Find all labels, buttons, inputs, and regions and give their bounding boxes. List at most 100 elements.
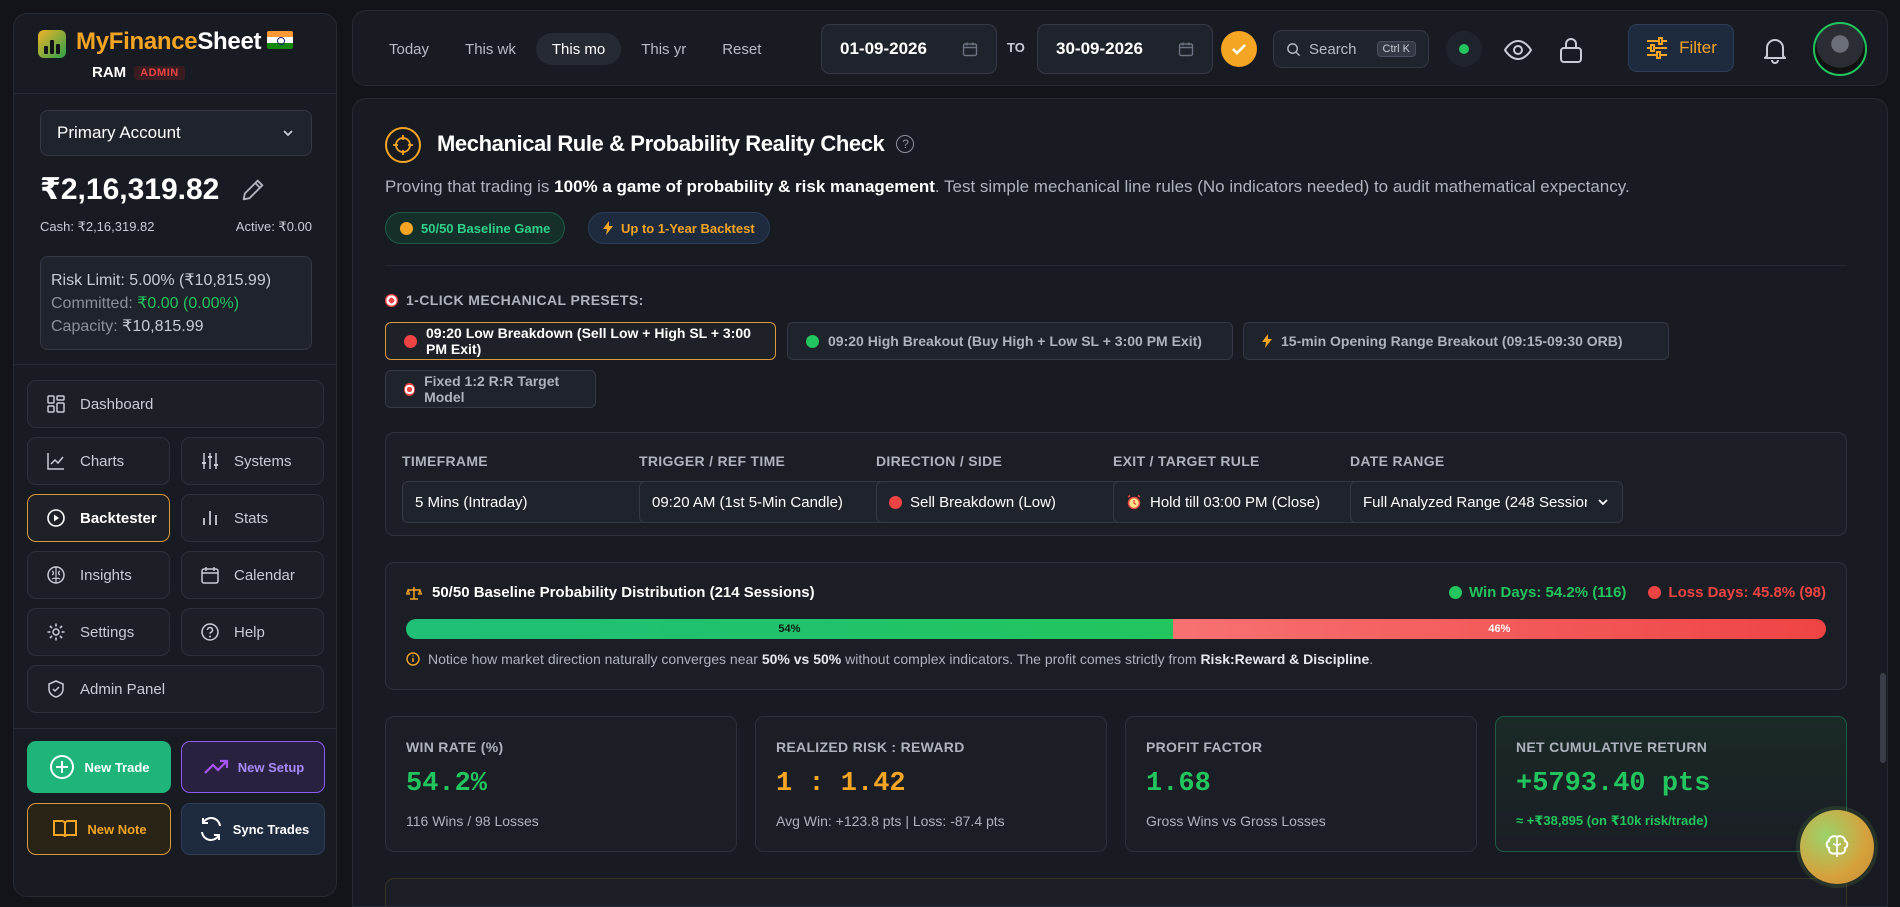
timeframe-label: TIMEFRAME bbox=[402, 453, 488, 469]
risk-capacity: Capacity: ₹10,815.99 bbox=[51, 315, 301, 338]
metric-value: 1 : 1.42 bbox=[776, 769, 906, 799]
tab-today[interactable]: Today bbox=[373, 33, 445, 65]
red-dot-icon bbox=[404, 334, 417, 348]
sidebar-item-admin[interactable]: Admin Panel bbox=[27, 665, 324, 713]
metric-risk-reward: REALIZED RISK : REWARD 1 : 1.42 Avg Win:… bbox=[755, 716, 1107, 852]
notice-part: without complex indicators. The profit c… bbox=[841, 651, 1201, 667]
coin-icon bbox=[400, 221, 413, 235]
brand-name[interactable]: MyFinanceSheet bbox=[76, 28, 294, 56]
gear-icon bbox=[47, 623, 65, 641]
eye-icon[interactable] bbox=[1503, 35, 1533, 65]
plus-circle-icon bbox=[50, 755, 75, 779]
metric-label: NET CUMULATIVE RETURN bbox=[1516, 739, 1708, 755]
help-icon[interactable]: ? bbox=[896, 135, 915, 153]
ai-assistant-button[interactable] bbox=[1800, 810, 1874, 884]
sync-trades-button[interactable]: Sync Trades bbox=[181, 803, 325, 855]
sidebar-item-stats[interactable]: Stats bbox=[181, 494, 324, 542]
committed-label: Committed: bbox=[51, 295, 138, 312]
date-from-input[interactable]: 01-09-2026 bbox=[821, 24, 997, 74]
red-dot-icon bbox=[889, 495, 902, 509]
sidebar-item-settings[interactable]: Settings bbox=[27, 608, 170, 656]
scrollbar-thumb[interactable] bbox=[1880, 673, 1886, 763]
sidebar-item-calendar[interactable]: Calendar bbox=[181, 551, 324, 599]
new-note-button[interactable]: New Note bbox=[27, 803, 171, 855]
preset-high-breakout[interactable]: 09:20 High Breakout (Buy High + Low SL +… bbox=[787, 322, 1233, 360]
tab-reset[interactable]: Reset bbox=[706, 33, 777, 65]
scale-icon bbox=[406, 586, 422, 600]
preset-fixed-rr[interactable]: Fixed 1:2 R:R Target Model bbox=[385, 370, 596, 408]
loss-days-legend: Loss Days: 45.8% (98) bbox=[1648, 584, 1826, 601]
timeframe-select[interactable]: 5 Mins (Intraday) bbox=[402, 481, 675, 523]
tab-this-month[interactable]: This mo bbox=[535, 33, 622, 65]
preset-orb[interactable]: 15-min Opening Range Breakout (09:15-09:… bbox=[1243, 322, 1669, 360]
calendar-icon bbox=[201, 567, 219, 584]
metric-net-return: NET CUMULATIVE RETURN +5793.40 pts ≈ +₹3… bbox=[1495, 716, 1847, 852]
apply-date-button[interactable] bbox=[1221, 31, 1257, 67]
avatar[interactable] bbox=[1813, 22, 1867, 76]
page-subtitle: Proving that trading is 100% a game of p… bbox=[385, 177, 1630, 197]
date-to-label: TO bbox=[1007, 40, 1025, 55]
preset-label: 15-min Opening Range Breakout (09:15-09:… bbox=[1281, 333, 1623, 349]
loss-segment: 46% bbox=[1172, 619, 1826, 639]
subtitle-bold: 100% a game of probability & risk manage… bbox=[554, 177, 935, 196]
preset-label: 09:20 Low Breakdown (Sell Low + High SL … bbox=[426, 325, 751, 357]
tab-this-year[interactable]: This yr bbox=[625, 33, 702, 65]
sidebar-item-help[interactable]: Help bbox=[181, 608, 324, 656]
filter-button[interactable]: Filter bbox=[1628, 24, 1734, 72]
edit-pencil-icon[interactable] bbox=[239, 176, 267, 204]
date-to-input[interactable]: 30-09-2026 bbox=[1037, 24, 1213, 74]
trend-up-icon bbox=[203, 759, 228, 774]
sync-trades-label: Sync Trades bbox=[232, 821, 310, 837]
app-root: MyFinanceSheet RAM ADMIN Primary Account… bbox=[0, 0, 1900, 907]
brand-suffix: Sheet bbox=[197, 28, 262, 55]
period-tabs: Today This wk This mo This yr Reset bbox=[373, 33, 777, 65]
sidebar-item-label: Systems bbox=[234, 452, 292, 470]
shield-check-icon bbox=[48, 680, 64, 698]
role-badge: ADMIN bbox=[134, 65, 185, 80]
sidebar-item-charts[interactable]: Charts bbox=[27, 437, 170, 485]
preset-low-breakdown[interactable]: 09:20 Low Breakdown (Sell Low + High SL … bbox=[385, 322, 776, 360]
calendar-icon bbox=[1178, 42, 1194, 57]
sidebar-divider bbox=[14, 364, 336, 365]
exit-rule-select[interactable]: Hold till 03:00 PM (Close) bbox=[1113, 481, 1386, 523]
risk-committed: Committed: ₹0.00 (0.00%) bbox=[51, 292, 301, 315]
direction-value: Sell Breakdown (Low) bbox=[910, 493, 1056, 511]
new-trade-button[interactable]: New Trade bbox=[27, 741, 171, 793]
new-setup-button[interactable]: New Setup bbox=[181, 741, 325, 793]
metric-win-rate: WIN RATE (%) 54.2% 116 Wins / 98 Losses bbox=[385, 716, 737, 852]
balance-value: ₹2,16,319.82 bbox=[40, 173, 220, 206]
notice-text: Notice how market direction naturally co… bbox=[428, 651, 1373, 667]
probability-title: 50/50 Baseline Probability Distribution … bbox=[406, 584, 815, 601]
sidebar-item-label: Help bbox=[234, 623, 265, 641]
sidebar-item-dashboard[interactable]: Dashboard bbox=[27, 380, 324, 428]
sidebar-item-backtester[interactable]: Backtester bbox=[27, 494, 170, 542]
backtest-range-text: Up to 1-Year Backtest bbox=[621, 220, 755, 236]
metric-profit-factor: PROFIT FACTOR 1.68 Gross Wins vs Gross L… bbox=[1125, 716, 1477, 852]
search-button[interactable]: Search Ctrl K bbox=[1273, 30, 1429, 68]
trigger-label: TRIGGER / REF TIME bbox=[639, 453, 786, 469]
exit-rule-field: EXIT / TARGET RULE Hold till 03:00 PM (C… bbox=[1113, 453, 1386, 523]
direction-label: DIRECTION / SIDE bbox=[876, 453, 1003, 469]
metric-label: PROFIT FACTOR bbox=[1146, 739, 1263, 755]
date-range-select[interactable]: Full Analyzed Range (248 Sessions) bbox=[1350, 481, 1623, 523]
check-icon bbox=[1232, 44, 1246, 55]
page-title: Mechanical Rule & Probability Reality Ch… bbox=[437, 131, 915, 157]
bell-icon[interactable] bbox=[1760, 35, 1790, 65]
sidebar-item-label: Admin Panel bbox=[80, 680, 166, 698]
loss-days-text: Loss Days: 45.8% (98) bbox=[1668, 584, 1826, 601]
new-note-label: New Note bbox=[87, 821, 147, 837]
presets-heading-text: 1-CLICK MECHANICAL PRESETS: bbox=[406, 292, 644, 308]
refresh-icon bbox=[200, 817, 221, 841]
lock-icon[interactable] bbox=[1556, 35, 1586, 65]
tab-this-week[interactable]: This wk bbox=[449, 33, 532, 65]
trigger-select[interactable]: 09:20 AM (1st 5-Min Candle) bbox=[639, 481, 912, 523]
chevron-down-icon bbox=[283, 130, 293, 137]
sidebar-item-systems[interactable]: Systems bbox=[181, 437, 324, 485]
trigger-value: 09:20 AM (1st 5-Min Candle) bbox=[652, 493, 843, 511]
win-days-legend: Win Days: 54.2% (116) bbox=[1448, 584, 1626, 601]
account-select[interactable]: Primary Account bbox=[40, 110, 312, 156]
alarm-clock-icon bbox=[1127, 494, 1141, 510]
sidebar-item-insights[interactable]: Insights bbox=[27, 551, 170, 599]
direction-select[interactable]: Sell Breakdown (Low) bbox=[876, 481, 1149, 523]
book-open-icon bbox=[53, 820, 78, 838]
